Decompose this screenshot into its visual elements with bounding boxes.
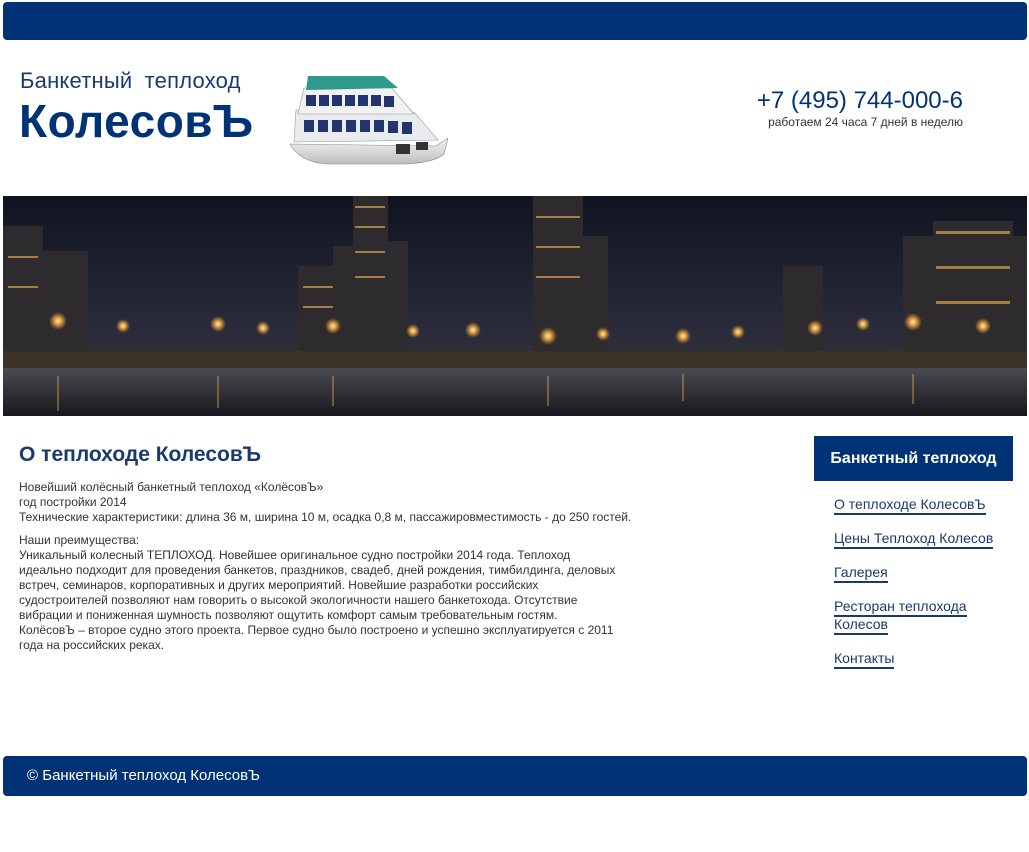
ship-logo-image[interactable] <box>286 70 448 168</box>
sidebar-item-prices: Цены Теплоход Колесов <box>834 529 1014 549</box>
footer-copyright: © Банкетный теплоход КолесовЪ <box>27 767 260 784</box>
sidebar-menu: О теплоходе КолесовЪ Цены Теплоход Колес… <box>834 495 1014 683</box>
sidebar-link-gallery[interactable]: Галерея <box>834 564 888 583</box>
footer: © Банкетный теплоход КолесовЪ <box>3 756 1027 796</box>
sidebar-item-contacts: Контакты <box>834 649 1014 669</box>
working-hours: работаем 24 часа 7 дней в неделю <box>768 115 963 129</box>
sidebar-item-about: О теплоходе КолесовЪ <box>834 495 1014 515</box>
banner-city-night-image <box>3 196 1027 416</box>
sidebar-item-restaurant: Ресторан теплохода Колесов <box>834 597 1014 635</box>
top-bar <box>3 2 1027 40</box>
intro-line: Новейший колёсный банкетный теплоход «Ко… <box>19 480 324 494</box>
sidebar-heading: Банкетный теплоход <box>814 436 1013 481</box>
phone-number[interactable]: +7 (495) 744-000-6 <box>757 87 963 115</box>
build-year-line: год постройки 2014 <box>19 495 127 509</box>
advantages-heading: Наши преимущества: <box>19 533 140 547</box>
page-title: О теплоходе КолесовЪ <box>19 443 262 466</box>
advantages-text: Уникальный колесный ТЕПЛОХОД. Новейшее о… <box>19 548 616 622</box>
sidebar-link-prices[interactable]: Цены Теплоход Колесов <box>834 530 994 549</box>
sidebar-item-gallery: Галерея <box>834 563 1014 583</box>
sidebar-link-restaurant[interactable]: Ресторан теплохода Колесов <box>834 598 967 635</box>
sidebar-link-contacts[interactable]: Контакты <box>834 650 895 669</box>
specs-line: Технические характеристики: длина 36 м, … <box>19 510 632 524</box>
article-body: Новейший колёсный банкетный теплоход «Ко… <box>19 480 689 653</box>
brand-title[interactable]: КолесовЪ <box>19 94 254 148</box>
brand-subtitle: Банкетный теплоход <box>20 68 241 93</box>
history-text: КолёсовЪ – второе судно этого проекта. П… <box>19 623 614 652</box>
sidebar-link-about[interactable]: О теплоходе КолесовЪ <box>834 496 986 515</box>
